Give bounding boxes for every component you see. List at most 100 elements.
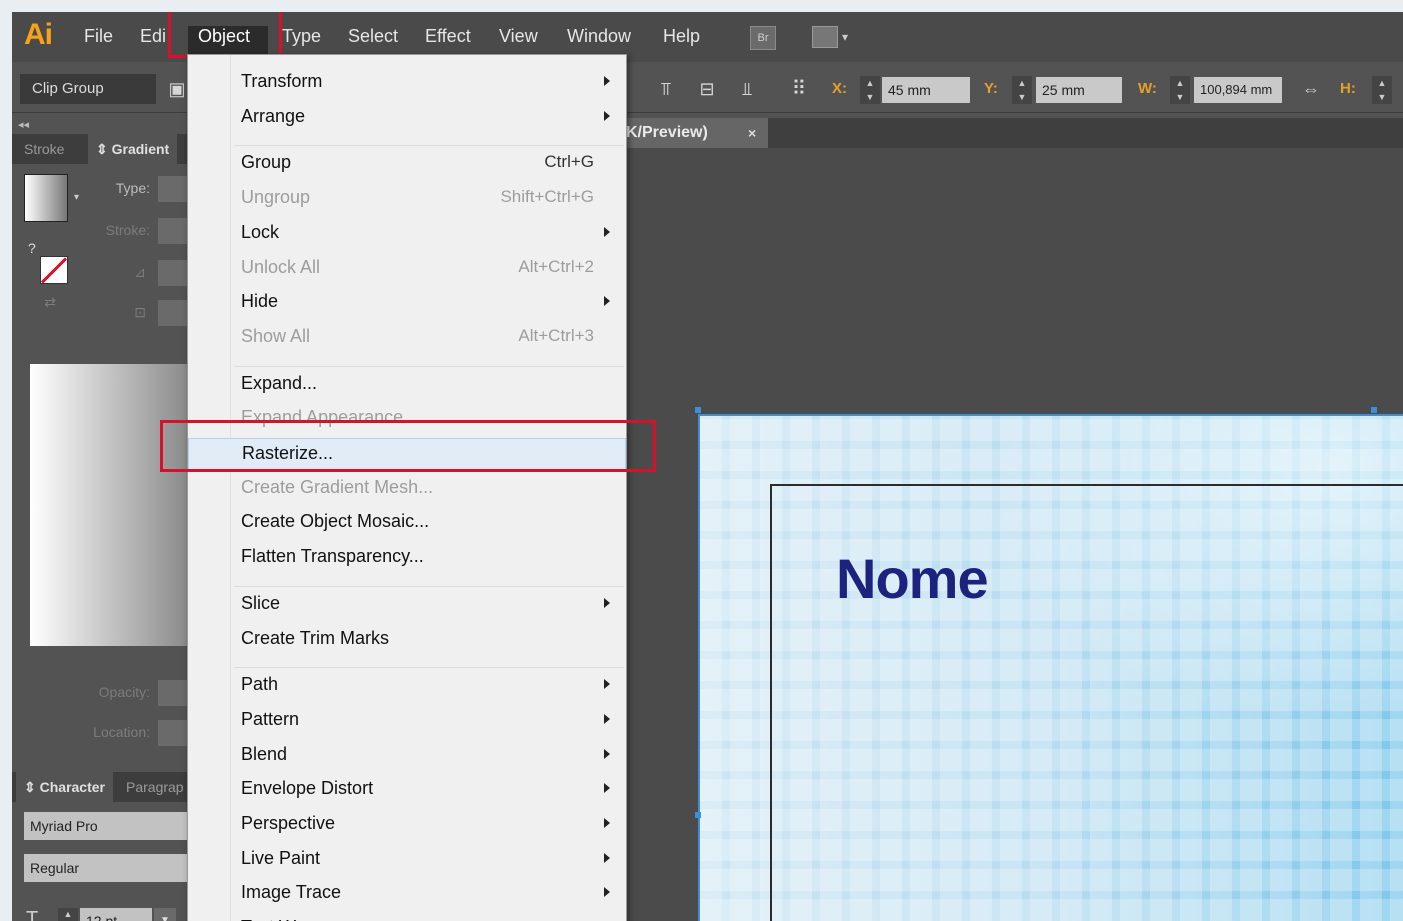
type-label: Type:	[115, 180, 150, 196]
menu-item-pattern[interactable]: Pattern	[188, 705, 626, 737]
collapse-panel-icon[interactable]: ◂◂	[18, 118, 29, 131]
workspace-switcher-icon[interactable]	[812, 26, 838, 48]
chevron-right-icon	[604, 597, 610, 608]
bridge-button[interactable]: Br	[750, 26, 776, 50]
tab-paragraph[interactable]: Paragrap	[118, 772, 192, 802]
chevron-down-icon[interactable]: ▾	[842, 30, 848, 44]
menu-effect[interactable]: Effect	[425, 26, 471, 47]
selection-handle[interactable]	[695, 812, 701, 818]
menu-item-show-all: Show All Alt+Ctrl+3	[188, 322, 626, 354]
tab-character[interactable]: ⇕ Character	[16, 772, 113, 802]
menu-item-expand[interactable]: Expand...	[188, 369, 626, 401]
align-bottom-icon[interactable]: ⫫	[736, 78, 758, 100]
menu-item-label: Arrange	[241, 105, 306, 126]
x-stepper[interactable]: ▲ ▼	[860, 76, 880, 104]
menu-item-label: Show All	[241, 325, 311, 346]
menu-item-label: Perspective	[241, 813, 336, 833]
menu-item-label: Create Trim Marks	[241, 627, 390, 648]
stroke-options[interactable]	[158, 218, 188, 244]
menu-item-lock[interactable]: Lock	[188, 218, 626, 250]
menu-item-envelope-distort[interactable]: Envelope Distort	[188, 774, 626, 806]
app-logo: Ai	[24, 18, 53, 51]
menu-item-blend[interactable]: Blend	[188, 740, 626, 772]
chevron-right-icon	[604, 713, 610, 724]
w-stepper[interactable]: ▲ ▼	[1170, 76, 1190, 104]
close-icon[interactable]: ×	[748, 118, 756, 148]
menu-item-label: Blend	[241, 743, 288, 764]
menu-item-text-wrap[interactable]: Text Wrap	[188, 913, 626, 921]
menu-item-create-object-mosaic[interactable]: Create Object Mosaic...	[188, 507, 626, 539]
reference-point-icon[interactable]: ⠿	[788, 78, 810, 100]
h-stepper[interactable]: ▲ ▼	[1372, 76, 1392, 104]
opacity-label: Opacity:	[98, 684, 150, 700]
selection-type-label: Clip Group	[20, 74, 156, 104]
artboard-title-text: Nome	[836, 547, 989, 610]
aspect-ratio-icon: ⊡	[134, 304, 146, 320]
menu-item-path[interactable]: Path	[188, 670, 626, 702]
gradient-swatch[interactable]	[24, 174, 68, 222]
menu-item-hide[interactable]: Hide	[188, 287, 626, 319]
menu-select[interactable]: Select	[348, 26, 398, 47]
tab-stroke[interactable]: Stroke	[16, 134, 72, 164]
gradient-slider[interactable]	[30, 364, 188, 646]
menu-item-perspective[interactable]: Perspective	[188, 809, 626, 841]
selection-handle[interactable]	[695, 407, 701, 413]
font-size-icon: T	[26, 908, 39, 921]
menu-edit[interactable]: Edi	[140, 26, 166, 47]
menu-item-arrange[interactable]: Arrange	[188, 102, 626, 134]
font-style-field[interactable]: Regular	[24, 854, 188, 882]
menu-view[interactable]: View	[499, 26, 538, 47]
rasterize-callout	[160, 420, 656, 472]
aspect-field[interactable]	[158, 300, 188, 326]
menu-item-image-trace[interactable]: Image Trace	[188, 878, 626, 910]
align-top-icon[interactable]: ⫪	[655, 78, 677, 100]
question-icon: ?	[28, 240, 36, 256]
constrain-link-icon[interactable]: ⇔	[1300, 78, 1322, 100]
menu-file[interactable]: File	[84, 26, 113, 47]
menu-item-shortcut: Ctrl+G	[544, 152, 594, 172]
menu-item-label: Path	[241, 674, 279, 695]
reverse-gradient-icon[interactable]: ⇄	[32, 294, 56, 311]
chevron-right-icon	[604, 852, 610, 863]
font-size-stepper[interactable]: ▲▼	[58, 908, 78, 921]
w-label: W:	[1138, 80, 1157, 97]
x-field[interactable]: 45 mm	[882, 77, 970, 103]
menu-item-label: Envelope Distort	[241, 778, 374, 799]
menu-item-label: Hide	[241, 291, 279, 312]
menu-item-label: Image Trace	[241, 882, 342, 903]
menu-item-slice[interactable]: Slice	[188, 589, 626, 621]
y-field[interactable]: 25 mm	[1036, 77, 1122, 103]
opacity-field[interactable]	[158, 680, 188, 706]
chevron-right-icon	[604, 748, 610, 759]
font-family-field[interactable]: Myriad Pro	[24, 812, 188, 840]
w-field[interactable]: 100,894 mm	[1194, 77, 1282, 103]
menu-window[interactable]: Window	[567, 26, 631, 47]
location-field[interactable]	[158, 720, 188, 746]
menu-item-transform[interactable]: Transform	[188, 67, 626, 99]
type-select[interactable]	[158, 176, 188, 202]
selection-handle[interactable]	[1371, 407, 1377, 413]
font-size-field[interactable]: 12 pt	[80, 908, 152, 921]
menu-item-create-trim-marks[interactable]: Create Trim Marks	[188, 624, 626, 656]
menu-item-label: Pattern	[241, 708, 300, 729]
chevron-right-icon	[604, 110, 610, 121]
artboard-image[interactable]: Nome	[698, 414, 1403, 921]
menu-help[interactable]: Help	[663, 26, 700, 47]
y-stepper[interactable]: ▲ ▼	[1012, 76, 1032, 104]
angle-field[interactable]	[158, 260, 188, 286]
menu-item-flatten-transparency[interactable]: Flatten Transparency...	[188, 542, 626, 574]
menu-type[interactable]: Type	[282, 26, 321, 47]
document-tab[interactable]: K/Preview) ×	[624, 118, 768, 148]
no-fill-icon[interactable]	[40, 256, 68, 284]
illustrator-window: Ai File Edi Object Type Select Effect Vi…	[12, 12, 1403, 921]
align-middle-icon[interactable]: ⊟	[696, 78, 718, 100]
isolate-icon[interactable]: ▣	[166, 78, 188, 100]
location-label: Location:	[93, 724, 150, 740]
menu-item-label: Text Wrap	[241, 917, 322, 921]
menu-item-live-paint[interactable]: Live Paint	[188, 844, 626, 876]
tab-gradient[interactable]: ⇕ Gradient	[88, 134, 178, 164]
menu-item-label: Create Object Mosaic...	[241, 511, 430, 532]
chevron-down-icon[interactable]: ▾	[74, 192, 79, 203]
menu-item-group[interactable]: Group Ctrl+G	[188, 148, 626, 180]
chevron-down-icon[interactable]: ▼	[154, 908, 176, 921]
